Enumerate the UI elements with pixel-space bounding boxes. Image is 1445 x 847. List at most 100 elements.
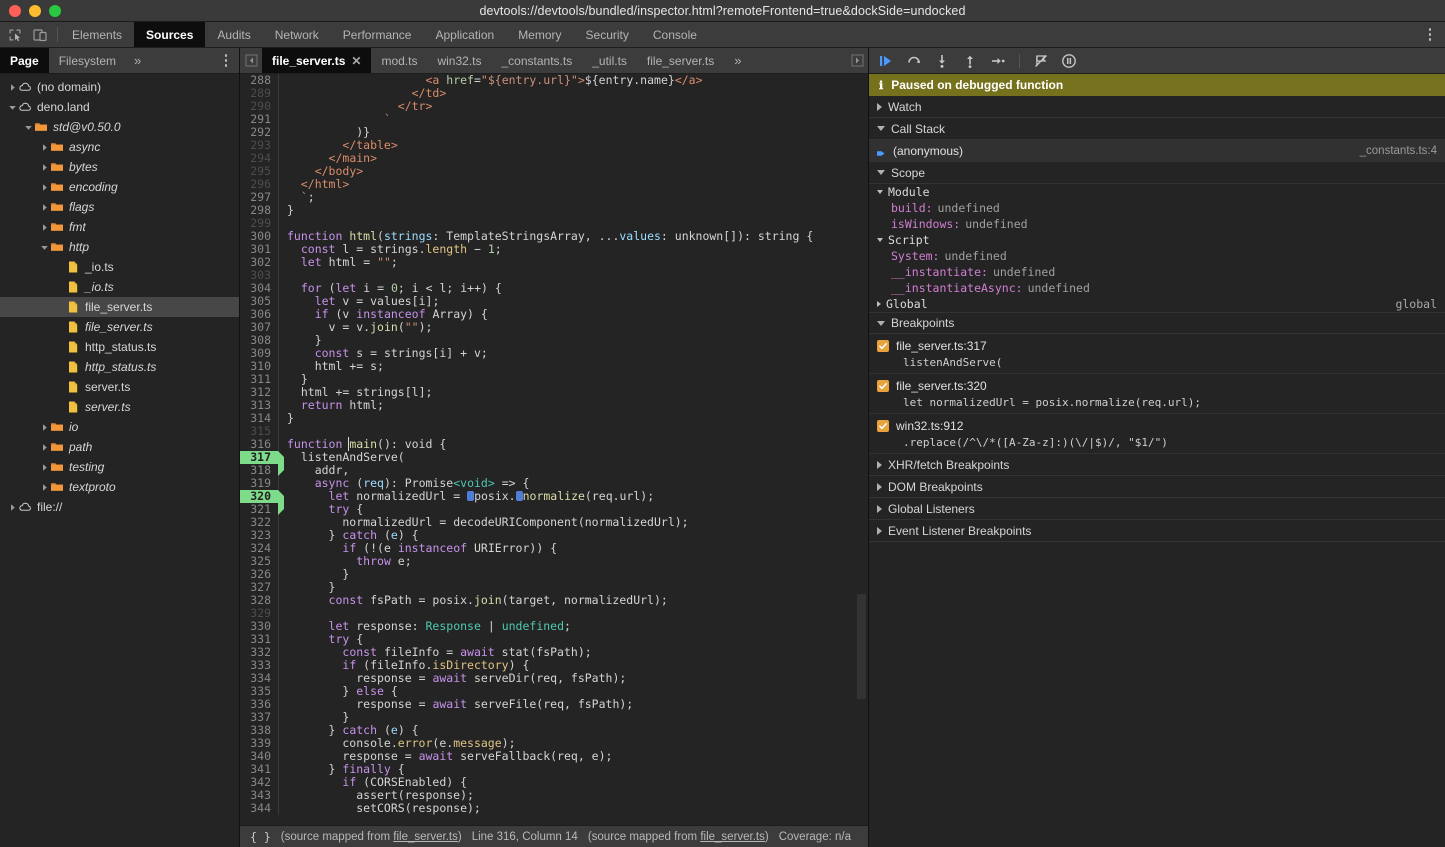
- section-dom-breakpoints[interactable]: DOM Breakpoints: [869, 476, 1445, 498]
- tab-performance[interactable]: Performance: [331, 22, 424, 47]
- inline-breakpoint-marker[interactable]: [467, 491, 474, 501]
- tree-item-io[interactable]: io: [0, 417, 239, 437]
- tree-item-bytes[interactable]: bytes: [0, 157, 239, 177]
- breakpoint-checkbox[interactable]: [877, 340, 889, 352]
- tree-item-testing[interactable]: testing: [0, 457, 239, 477]
- breakpoint-checkbox[interactable]: [877, 420, 889, 432]
- chevron-right-icon[interactable]: [38, 181, 50, 193]
- tree-item-server-ts[interactable]: server.ts: [0, 397, 239, 417]
- call-stack-frame-location[interactable]: _constants.ts:4: [1360, 145, 1437, 157]
- section-call-stack[interactable]: Call Stack: [869, 118, 1445, 140]
- scope-group[interactable]: Globalglobal: [869, 296, 1445, 312]
- chevron-right-icon[interactable]: [38, 221, 50, 233]
- scope-property[interactable]: System:undefined: [869, 248, 1445, 264]
- tab-audits[interactable]: Audits: [205, 22, 262, 47]
- tab-elements[interactable]: Elements: [60, 22, 134, 47]
- tree-item-file-server-ts[interactable]: file_server.ts: [0, 317, 239, 337]
- scope-property[interactable]: __instantiate:undefined: [869, 264, 1445, 280]
- chevron-right-icon[interactable]: [38, 441, 50, 453]
- scope-group[interactable]: Module: [869, 184, 1445, 200]
- tree-item-http[interactable]: http: [0, 237, 239, 257]
- chevron-right-icon[interactable]: [38, 461, 50, 473]
- resume-script-execution-icon[interactable]: [877, 52, 895, 70]
- breakpoint-item[interactable]: win32.ts:912.replace(/^\/*([A-Za-z]:)(\/…: [869, 414, 1445, 454]
- tab-network[interactable]: Network: [263, 22, 331, 47]
- editor-tab-mod-ts[interactable]: mod.ts: [371, 48, 427, 73]
- chevron-right-icon[interactable]: [38, 161, 50, 173]
- editor-tab-file-server-ts-active[interactable]: file_server.ts ✕: [262, 48, 371, 73]
- chevron-down-icon[interactable]: [38, 241, 50, 253]
- chevron-right-icon[interactable]: [38, 141, 50, 153]
- close-window-button[interactable]: [9, 5, 21, 17]
- scroll-tabs-left-icon[interactable]: [240, 48, 262, 73]
- tree-item-flags[interactable]: flags: [0, 197, 239, 217]
- editor-vertical-scrollbar[interactable]: [857, 594, 866, 699]
- tree-item-path[interactable]: path: [0, 437, 239, 457]
- editor-tab-constants-ts[interactable]: _constants.ts: [492, 48, 583, 73]
- section-global-listeners[interactable]: Global Listeners: [869, 498, 1445, 520]
- step-over-icon[interactable]: [905, 52, 923, 70]
- navigator-tab-page[interactable]: Page: [0, 48, 49, 73]
- section-xhr-breakpoints[interactable]: XHR/fetch Breakpoints: [869, 454, 1445, 476]
- pretty-print-icon[interactable]: { }: [250, 830, 271, 844]
- chevron-right-icon[interactable]: [38, 481, 50, 493]
- deactivate-breakpoints-icon[interactable]: [1032, 52, 1050, 70]
- step-out-icon[interactable]: [961, 52, 979, 70]
- navigator-more-options-icon[interactable]: [219, 53, 233, 69]
- tab-memory[interactable]: Memory: [506, 22, 573, 47]
- close-tab-icon[interactable]: ✕: [351, 55, 361, 67]
- call-stack-frame[interactable]: (anonymous) _constants.ts:4: [869, 140, 1445, 162]
- tree-item-no-domain[interactable]: (no domain): [0, 77, 239, 97]
- editor-tabs-overflow-icon[interactable]: »: [724, 48, 751, 73]
- tree-item-http-status-ts[interactable]: http_status.ts: [0, 357, 239, 377]
- section-breakpoints[interactable]: Breakpoints: [869, 312, 1445, 334]
- chevron-right-icon[interactable]: [6, 81, 18, 93]
- step-icon[interactable]: [989, 52, 1007, 70]
- editor-tab-file-server-ts[interactable]: file_server.ts: [637, 48, 724, 73]
- breakpoint-item[interactable]: file_server.ts:317listenAndServe(: [869, 334, 1445, 374]
- scope-property[interactable]: build:undefined: [869, 200, 1445, 216]
- pause-on-exceptions-icon[interactable]: [1060, 52, 1078, 70]
- breakpoint-checkbox[interactable]: [877, 380, 889, 392]
- tab-application[interactable]: Application: [423, 22, 506, 47]
- breakpoint-location[interactable]: file_server.ts:320: [896, 379, 987, 393]
- chevron-down-icon[interactable]: [22, 121, 34, 133]
- source-map-link-2[interactable]: file_server.ts: [700, 831, 765, 843]
- breakpoint-item[interactable]: file_server.ts:320let normalizedUrl = po…: [869, 374, 1445, 414]
- tab-security[interactable]: Security: [574, 22, 641, 47]
- tree-item-deno-land[interactable]: deno.land: [0, 97, 239, 117]
- scope-property[interactable]: isWindows:undefined: [869, 216, 1445, 232]
- tab-console[interactable]: Console: [641, 22, 709, 47]
- step-into-icon[interactable]: [933, 52, 951, 70]
- maximize-window-button[interactable]: [49, 5, 61, 17]
- chevron-right-icon[interactable]: [38, 421, 50, 433]
- chevron-right-icon[interactable]: [38, 201, 50, 213]
- scroll-tabs-right-icon[interactable]: [846, 48, 868, 73]
- editor-tab-util-ts[interactable]: _util.ts: [582, 48, 637, 73]
- tree-item-async[interactable]: async: [0, 137, 239, 157]
- chevron-down-icon[interactable]: [6, 101, 18, 113]
- editor-tab-win32-ts[interactable]: win32.ts: [427, 48, 491, 73]
- inline-breakpoint-marker[interactable]: [516, 491, 523, 501]
- device-toolbar-icon[interactable]: [32, 27, 48, 43]
- source-map-link-1[interactable]: file_server.ts: [393, 831, 458, 843]
- more-options-icon[interactable]: [1423, 27, 1437, 43]
- chevron-right-icon[interactable]: [6, 501, 18, 513]
- minimize-window-button[interactable]: [29, 5, 41, 17]
- tree-item-io-ts[interactable]: _io.ts: [0, 277, 239, 297]
- tree-item-file[interactable]: file://: [0, 497, 239, 517]
- navigator-tabs-overflow-icon[interactable]: »: [126, 48, 149, 73]
- code-editor[interactable]: 288 <a href="${entry.url}">${entry.name}…: [240, 74, 868, 825]
- section-scope[interactable]: Scope: [869, 162, 1445, 184]
- tree-item-fmt[interactable]: fmt: [0, 217, 239, 237]
- tree-item-server-ts[interactable]: server.ts: [0, 377, 239, 397]
- tree-item-io-ts[interactable]: _io.ts: [0, 257, 239, 277]
- scope-group[interactable]: Script: [869, 232, 1445, 248]
- tree-item-textproto[interactable]: textproto: [0, 477, 239, 497]
- navigator-tab-filesystem[interactable]: Filesystem: [49, 48, 126, 73]
- section-event-listener-breakpoints[interactable]: Event Listener Breakpoints: [869, 520, 1445, 542]
- inspect-element-icon[interactable]: [7, 27, 23, 43]
- tab-sources[interactable]: Sources: [134, 22, 205, 47]
- scope-property[interactable]: __instantiateAsync:undefined: [869, 280, 1445, 296]
- section-watch[interactable]: Watch: [869, 96, 1445, 118]
